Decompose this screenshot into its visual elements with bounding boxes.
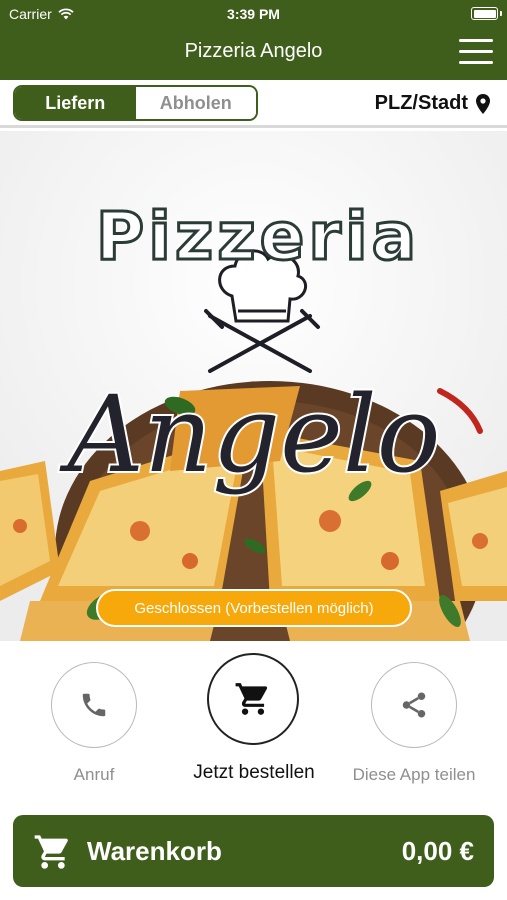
hamburger-menu-icon[interactable]	[459, 39, 493, 65]
cart-total: 0,00 €	[401, 836, 474, 866]
hero-banner: Pizzeria Angelo	[0, 131, 507, 641]
order-now-label: Jetzt bestellen	[193, 762, 315, 783]
share-app-label: Diese App teilen	[352, 765, 476, 784]
order-mode-toggle: Liefern Abholen	[13, 85, 258, 121]
order-now-button[interactable]	[207, 653, 299, 745]
battery-icon	[471, 7, 502, 20]
call-label: Anruf	[73, 765, 115, 784]
share-icon	[402, 692, 426, 718]
logo-text-top: Pizzeria	[96, 198, 420, 275]
phone-icon	[82, 693, 106, 717]
location-label: PLZ/Stadt	[374, 92, 468, 114]
share-app-button[interactable]	[371, 662, 457, 748]
order-mode-bar: Liefern Abholen PLZ/Stadt	[0, 80, 507, 128]
app-screen: Carrier 3:39 PM Pizzeria Angelo Liefern …	[0, 0, 507, 900]
status-time: 3:39 PM	[227, 6, 280, 22]
cart-icon	[235, 683, 268, 715]
call-button[interactable]	[51, 662, 137, 748]
segment-pickup[interactable]: Abholen	[135, 87, 256, 119]
status-bar: Carrier 3:39 PM	[0, 0, 507, 28]
cart-button[interactable]: Warenkorb 0,00 €	[13, 815, 494, 887]
location-selector[interactable]: PLZ/Stadt	[375, 92, 490, 115]
cart-label: Warenkorb	[87, 836, 222, 866]
cart-icon	[34, 835, 68, 869]
logo-text-bottom: Angelo	[58, 373, 440, 496]
hero-illustration: Pizzeria Angelo	[0, 131, 507, 641]
page-title: Pizzeria Angelo	[184, 40, 323, 62]
store-status-button[interactable]: Geschlossen (Vorbestellen möglich)	[96, 589, 412, 627]
navigation-bar: Carrier 3:39 PM Pizzeria Angelo	[0, 0, 507, 80]
location-pin-icon	[476, 93, 490, 114]
segment-delivery[interactable]: Liefern	[15, 87, 136, 119]
